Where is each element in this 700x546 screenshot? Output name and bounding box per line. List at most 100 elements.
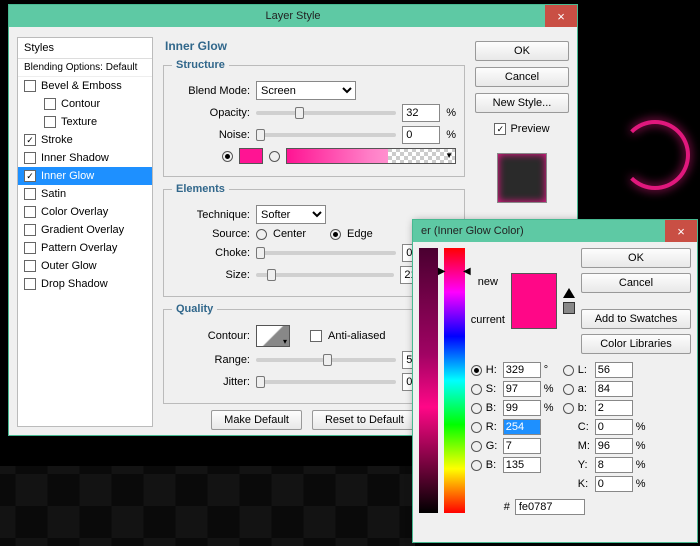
style-inner-shadow[interactable]: Inner Shadow [18,149,152,167]
chevron-down-icon[interactable]: ▼ [445,151,453,160]
m-input[interactable] [595,438,633,454]
checkbox[interactable] [24,260,36,272]
preview-checkbox[interactable]: ✓ [494,123,506,135]
window-title: Layer Style [265,10,320,22]
make-default-button[interactable]: Make Default [211,410,302,430]
glow-curve [620,120,690,190]
k-input[interactable] [595,476,633,492]
b-hsb-input[interactable] [503,400,541,416]
color-radio[interactable] [222,151,233,162]
titlebar[interactable]: Layer Style × [9,5,577,27]
cube-icon[interactable] [563,302,575,314]
g-input[interactable] [503,438,541,454]
glow-color-swatch[interactable] [239,148,263,164]
hex-input[interactable] [515,499,585,515]
l-radio[interactable] [563,365,574,376]
b-lab-radio[interactable] [563,403,574,414]
s-radio[interactable] [471,384,482,395]
checkbox[interactable] [24,242,36,254]
ok-button[interactable]: OK [581,248,691,268]
style-satin[interactable]: Satin [18,185,152,203]
color-libraries-button[interactable]: Color Libraries [581,334,691,354]
cancel-button[interactable]: Cancel [475,67,569,87]
opacity-slider[interactable] [256,111,396,115]
blend-mode-select[interactable]: Screen [256,81,356,100]
size-slider[interactable] [256,273,394,277]
checkbox[interactable] [24,278,36,290]
titlebar[interactable]: er (Inner Glow Color) × [413,220,697,242]
style-bevel[interactable]: Bevel & Emboss [18,77,152,95]
hue-slider[interactable]: ▶ ◀ [444,248,465,513]
r-input[interactable] [503,419,541,435]
checkbox[interactable]: ✓ [24,134,36,146]
chevron-down-icon[interactable]: ▾ [283,337,287,346]
checkbox[interactable] [24,206,36,218]
checkbox[interactable] [44,116,56,128]
checkbox[interactable] [24,152,36,164]
technique-select[interactable]: Softer [256,205,326,224]
choke-slider[interactable] [256,251,396,255]
h-radio[interactable] [471,365,482,376]
style-color-overlay[interactable]: Color Overlay [18,203,152,221]
h-input[interactable] [503,362,541,378]
blending-options[interactable]: Blending Options: Default [18,59,152,77]
close-icon[interactable]: × [665,220,697,242]
checkbox[interactable]: ✓ [24,170,36,182]
color-fields: H:° L: S:% a: B:% b: R: C:% G: M:% B: Y:… [471,362,691,492]
b-rgb-input[interactable] [503,457,541,473]
cancel-button[interactable]: Cancel [581,273,691,293]
close-icon[interactable]: × [545,5,577,27]
gradient-radio[interactable] [269,151,280,162]
checkbox[interactable] [44,98,56,110]
new-style-button[interactable]: New Style... [475,93,569,113]
styles-header[interactable]: Styles [18,38,152,59]
opacity-input[interactable] [402,104,440,122]
reset-default-button[interactable]: Reset to Default [312,410,417,430]
noise-slider[interactable] [256,133,396,137]
structure-group: Structure Blend Mode: Screen Opacity: % … [163,59,465,177]
g-radio[interactable] [471,441,482,452]
s-input[interactable] [503,381,541,397]
l-input[interactable] [595,362,633,378]
c-input[interactable] [595,419,633,435]
b-rgb-radio[interactable] [471,460,482,471]
ok-button[interactable]: OK [475,41,569,61]
elements-legend: Elements [172,183,229,195]
style-contour[interactable]: Contour [18,95,152,113]
a-radio[interactable] [563,384,574,395]
style-pattern-overlay[interactable]: Pattern Overlay [18,239,152,257]
r-radio[interactable] [471,422,482,433]
noise-input[interactable] [402,126,440,144]
b-lab-input[interactable] [595,400,633,416]
gradient-picker[interactable]: ▼ [286,148,456,164]
a-input[interactable] [595,381,633,397]
y-input[interactable] [595,457,633,473]
source-label: Source: [172,228,250,240]
checkbox[interactable] [24,188,36,200]
style-drop-shadow[interactable]: Drop Shadow [18,275,152,293]
canvas-preview [600,0,700,200]
checkbox[interactable] [24,80,36,92]
checkbox[interactable] [24,224,36,236]
jitter-slider[interactable] [256,380,396,384]
anti-aliased-checkbox[interactable] [310,330,322,342]
style-inner-glow[interactable]: ✓Inner Glow [18,167,152,185]
b-hsb-radio[interactable] [471,403,482,414]
new-current-swatch[interactable] [511,273,557,329]
contour-picker[interactable]: ▾ [256,325,290,347]
range-slider[interactable] [256,358,396,362]
jitter-label: Jitter: [172,376,250,388]
color-field[interactable] [419,248,438,513]
source-edge-radio[interactable] [330,229,341,240]
new-label: new [478,276,498,288]
style-texture[interactable]: Texture [18,113,152,131]
styles-list: Styles Blending Options: Default Bevel &… [17,37,153,427]
add-swatches-button[interactable]: Add to Swatches [581,309,691,329]
style-gradient-overlay[interactable]: Gradient Overlay [18,221,152,239]
opacity-label: Opacity: [172,107,250,119]
blend-mode-label: Blend Mode: [172,85,250,97]
style-stroke[interactable]: ✓Stroke [18,131,152,149]
style-outer-glow[interactable]: Outer Glow [18,257,152,275]
source-center-radio[interactable] [256,229,267,240]
warning-icon[interactable] [563,288,575,298]
